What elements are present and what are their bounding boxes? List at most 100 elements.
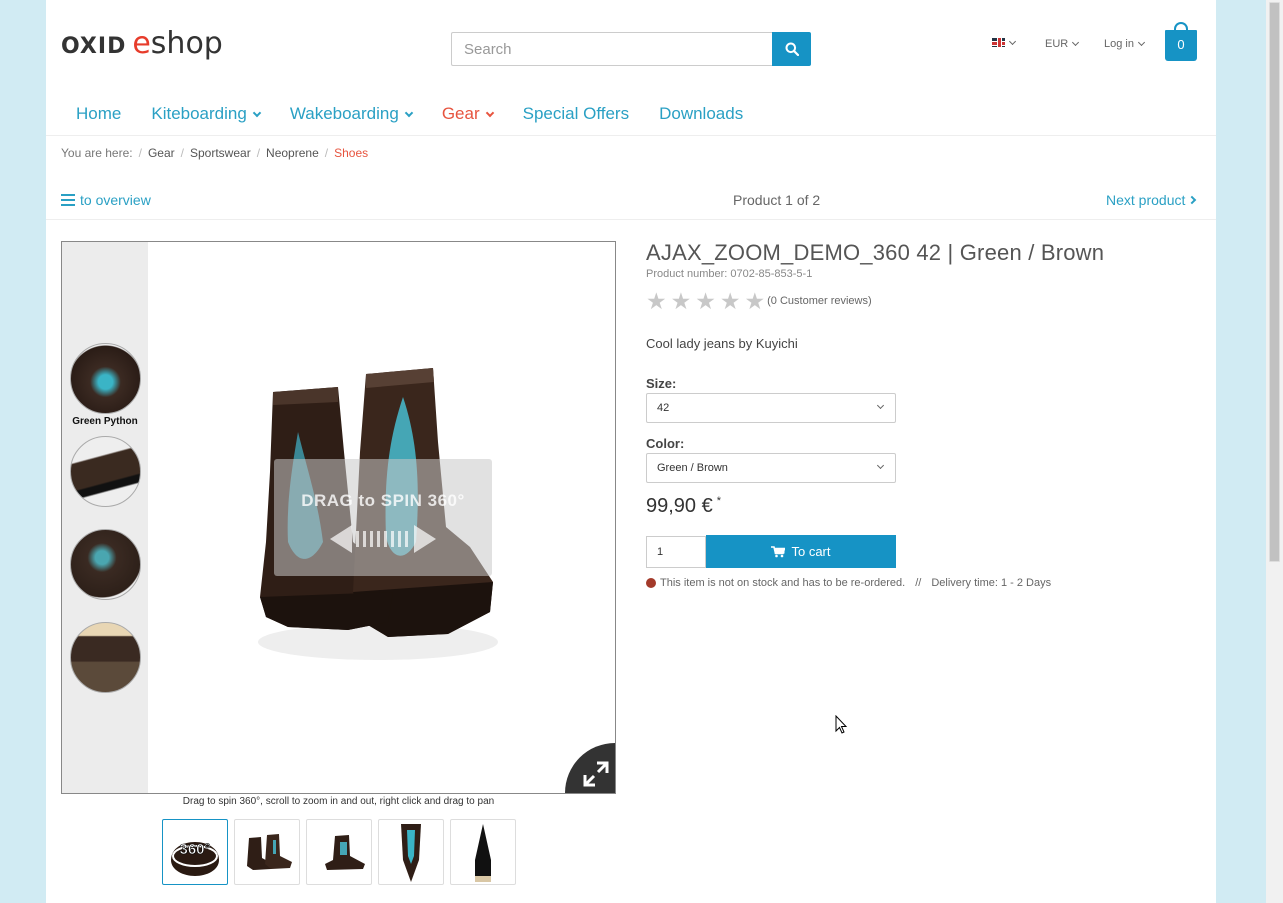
nav-item-label: Downloads	[659, 104, 744, 123]
breadcrumb-item-neoprene[interactable]: Neoprene	[266, 146, 319, 160]
nav-item-wakeboarding[interactable]: Wakeboarding	[289, 104, 414, 124]
chevron-down-icon	[1072, 38, 1080, 47]
login-label: Log in	[1104, 38, 1134, 50]
logo-oxid: OXID	[61, 34, 127, 59]
next-product-link[interactable]: Next product	[1106, 192, 1197, 208]
shop-logo[interactable]: OXID e shop	[61, 26, 223, 61]
360-label: 360°	[179, 841, 210, 858]
thumbnail-front[interactable]	[378, 819, 444, 885]
add-to-cart-button[interactable]: To cart	[706, 535, 896, 568]
thumbnail-gallery: 360°	[162, 819, 516, 885]
boot-side-thumb	[325, 835, 365, 870]
star-icon[interactable]: ★	[695, 290, 716, 313]
breadcrumb-prefix: You are here:	[61, 146, 133, 160]
next-product-label: Next product	[1106, 192, 1186, 208]
chevron-down-icon	[1137, 38, 1146, 47]
nav-item-label: Gear	[441, 104, 480, 123]
size-select[interactable]: 42	[646, 393, 896, 423]
basket-count: 0	[1165, 30, 1197, 61]
search-form	[451, 32, 811, 66]
uk-flag-icon	[992, 38, 1005, 47]
chevron-down-icon	[876, 401, 885, 410]
star-icon[interactable]: ★	[646, 290, 667, 313]
viewer-stage[interactable]: DRAG to SPIN 360°	[148, 242, 615, 793]
nav-item-downloads[interactable]: Downloads	[659, 104, 743, 124]
product-title: AJAX_ZOOM_DEMO_360 42 | Green / Brown	[646, 240, 1105, 265]
breadcrumb-separator: /	[138, 146, 142, 160]
divider	[46, 135, 1216, 136]
divider	[46, 219, 1216, 220]
star-icon[interactable]: ★	[671, 290, 692, 313]
product-360-viewer[interactable]: Green Python DRAG to SPIN 360°	[61, 241, 616, 794]
stock-status-dot	[646, 578, 656, 588]
hotspot-thumb-green-python[interactable]	[70, 343, 141, 414]
price: 99,90 € *	[646, 495, 721, 518]
star-icon[interactable]: ★	[745, 290, 766, 313]
add-to-cart-label: To cart	[791, 544, 831, 559]
page-scrollbar[interactable]	[1266, 0, 1283, 903]
chevron-down-icon	[404, 108, 414, 117]
thumbnail-pair[interactable]	[234, 819, 300, 885]
nav-item-home[interactable]: Home	[76, 104, 121, 124]
reviews-link[interactable]: (0 Customer reviews)	[767, 295, 872, 307]
hotspot-thumb-top[interactable]	[70, 622, 141, 693]
search-input[interactable]	[451, 32, 772, 66]
stock-separator: //	[915, 577, 922, 589]
breadcrumb-separator: /	[324, 146, 329, 160]
basket-button[interactable]: 0	[1165, 22, 1197, 62]
thumbnail-sole[interactable]	[450, 819, 516, 885]
thumbnail-360[interactable]: 360°	[162, 819, 228, 885]
price-value: 99,90 €	[646, 495, 713, 517]
stock-info: This item is not on stock and has to be …	[646, 577, 1051, 589]
arrow-left-icon	[330, 525, 352, 553]
mouse-cursor-icon	[835, 715, 848, 734]
hotspot-thumb-heel[interactable]	[70, 436, 141, 507]
360-icon: 360°	[171, 841, 219, 876]
boot-sole-thumb	[475, 824, 491, 882]
breadcrumb: You are here: / Gear / Sportswear / Neop…	[61, 146, 368, 160]
boots-pair-thumb	[247, 834, 292, 870]
spin-ticks-icon	[356, 531, 412, 547]
search-icon	[785, 42, 799, 56]
product-number: Product number: 0702-85-853-5-1	[646, 268, 813, 280]
spin-hint-overlay: DRAG to SPIN 360°	[274, 459, 492, 576]
to-overview-link[interactable]: to overview	[61, 192, 151, 208]
viewer-sidebar: Green Python	[62, 242, 148, 793]
chevron-down-icon	[485, 108, 494, 117]
rating: ★ ★ ★ ★ ★ (0 Customer reviews)	[646, 290, 872, 313]
chevron-right-icon	[1188, 195, 1197, 205]
nav-item-special-offers[interactable]: Special Offers	[523, 104, 629, 124]
nav-item-label: Kiteboarding	[151, 104, 247, 123]
logo-shop: shop	[150, 26, 223, 61]
breadcrumb-item-sportswear[interactable]: Sportswear	[190, 146, 251, 160]
chevron-down-icon	[252, 108, 262, 117]
page: OXID eshop EUR Log in 0 Home Kiteboardin…	[46, 0, 1216, 903]
search-button[interactable]	[772, 32, 811, 66]
nav-item-label: Wakeboarding	[289, 104, 399, 123]
main-navigation: Home Kiteboarding Wakeboarding Gear Spec…	[76, 104, 743, 124]
login-dropdown[interactable]: Log in	[1104, 38, 1146, 50]
viewer-caption: Drag to spin 360°, scroll to zoom in and…	[182, 796, 495, 807]
breadcrumb-current: Shoes	[334, 146, 369, 160]
quantity-input[interactable]	[646, 536, 706, 568]
color-select[interactable]: Green / Brown	[646, 453, 896, 483]
currency-dropdown[interactable]: EUR	[1045, 38, 1080, 50]
stock-text: This item is not on stock and has to be …	[660, 577, 906, 589]
thumbnail-side[interactable]	[306, 819, 372, 885]
hotspot-label: Green Python	[72, 416, 138, 427]
logo-e: e	[132, 26, 151, 61]
breadcrumb-item-gear[interactable]: Gear	[148, 146, 175, 160]
arrow-right-icon	[414, 525, 436, 553]
hotspot-thumb-detail[interactable]	[70, 529, 141, 600]
price-footnote-mark: *	[716, 495, 722, 507]
star-icon[interactable]: ★	[720, 290, 741, 313]
expand-icon	[583, 761, 609, 787]
nav-item-gear[interactable]: Gear	[441, 104, 494, 124]
nav-item-kiteboarding[interactable]: Kiteboarding	[151, 104, 262, 124]
breadcrumb-separator: /	[256, 146, 261, 160]
currency-label: EUR	[1045, 38, 1069, 50]
size-value: 42	[657, 402, 670, 414]
scrollbar-thumb[interactable]	[1269, 2, 1280, 562]
language-dropdown[interactable]	[992, 37, 1017, 47]
cart-icon	[771, 545, 786, 557]
